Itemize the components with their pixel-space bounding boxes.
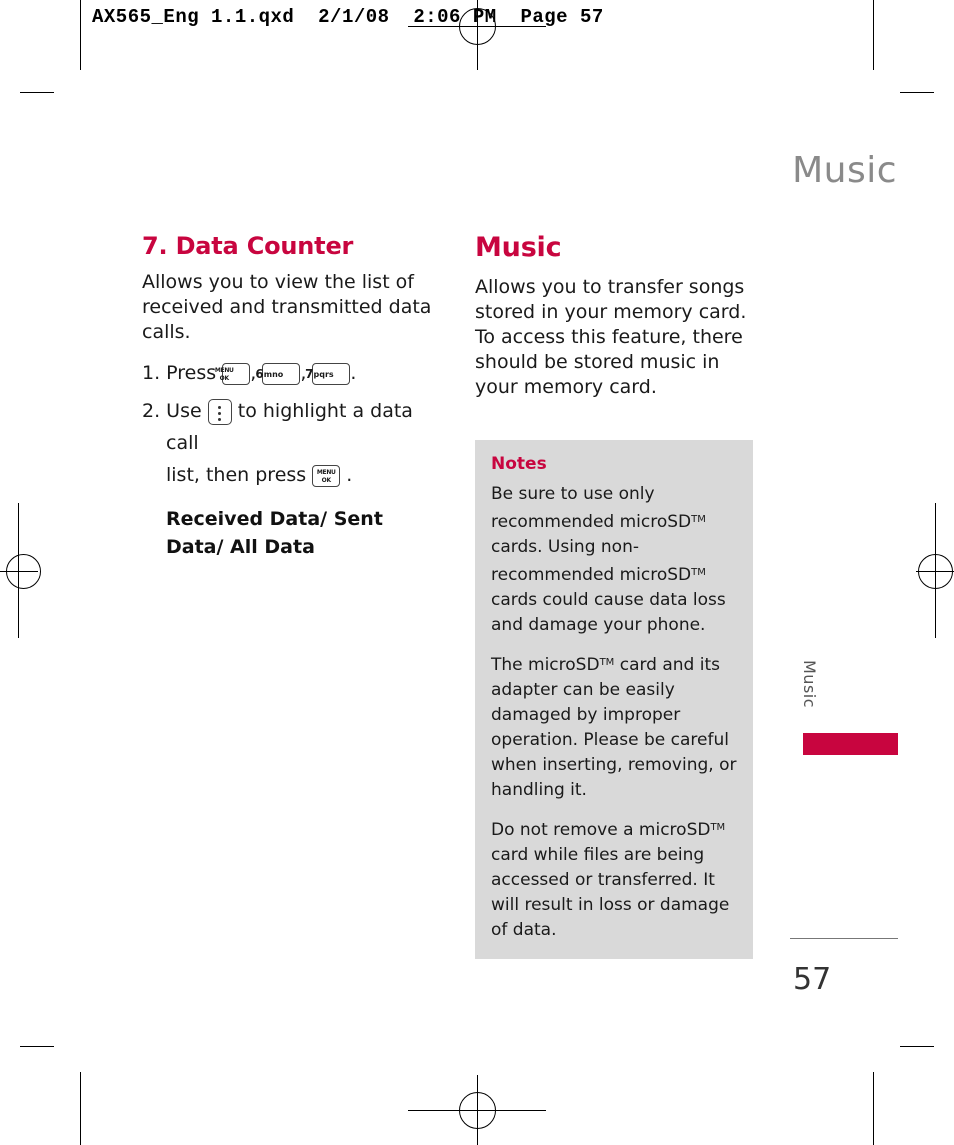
page-number: 57 (793, 962, 832, 997)
step-2-cont: list, then press (166, 464, 307, 486)
step-1-prefix: 1. Press (142, 362, 217, 384)
left-column: 7. Data Counter Allows you to view the l… (142, 232, 442, 561)
menu-key-label-line1: MENU (214, 366, 234, 374)
nav-updown-key-icon (207, 398, 232, 425)
running-head: Music (792, 150, 897, 191)
registration-mark-left (6, 554, 41, 589)
music-intro: Allows you to transfer songs stored in y… (475, 276, 747, 398)
notes-box: Notes Be sure to use only recommended mi… (475, 440, 753, 959)
key-6-mno-icon: 6mno (255, 362, 301, 385)
data-counter-intro: Allows you to view the list of received … (142, 271, 432, 343)
registration-mark-bottom (459, 1092, 496, 1129)
section-heading-data-counter: 7. Data Counter (142, 232, 354, 260)
crop-mark-top-left-vertical (80, 0, 81, 70)
note-item-1: Be sure to use only recommended microSDT… (491, 484, 726, 635)
crop-mark-bottom-left-vertical (80, 1072, 81, 1145)
note-item-2: The microSDTM card and its adapter can b… (491, 655, 737, 800)
crop-mark-top-left-horizontal (20, 92, 54, 93)
crop-mark-bottom-right-vertical (873, 1072, 874, 1145)
step-1-period: . (350, 362, 357, 384)
side-tab-label: Music (800, 660, 819, 709)
menu-key-label-line2: OK (219, 374, 229, 382)
step-2-period: . (346, 464, 353, 486)
right-column: Music Allows you to transfer songs store… (475, 232, 755, 412)
step-2-prefix: 2. Use (142, 400, 202, 422)
key-6-digit: 6 (255, 366, 264, 381)
note-item-3: Do not remove a microSDTM card while fil… (491, 820, 730, 940)
key-7-digit: 7 (305, 366, 314, 381)
crop-mark-top-right-vertical (873, 0, 874, 70)
step-1: 1. Press MENU OK, 6mno, 7pqrs. (142, 357, 442, 389)
step-2-mid: to highlight a data call (166, 400, 413, 454)
key-6-letters: mno (263, 369, 284, 379)
page-number-rule (790, 938, 898, 939)
data-counter-options: Received Data/ Sent Data/ All Data (166, 508, 383, 558)
key-7-pqrs-icon: 7pqrs (305, 362, 351, 385)
menu-ok-key-icon-2: MENU OK (312, 464, 341, 487)
crop-mark-top-right-horizontal (900, 92, 934, 93)
registration-mark-right (918, 554, 953, 589)
crop-mark-bottom-left-horizontal (20, 1046, 54, 1047)
step-2: 2. Use to highlight a data call list, th… (142, 395, 442, 491)
crop-mark-bottom-right-horizontal (900, 1046, 934, 1047)
key-7-letters: pqrs (313, 369, 334, 379)
side-tab-bar (803, 733, 898, 755)
menu-key-2-label-line2: OK (321, 476, 331, 484)
menu-key-2-label-line1: MENU (316, 468, 336, 476)
menu-ok-key-icon: MENU OK (214, 362, 251, 385)
file-header-text: AX565_Eng 1.1.qxd 2/1/08 2:06 PM Page 57 (92, 6, 604, 28)
notes-title: Notes (491, 454, 547, 474)
section-heading-music: Music (475, 232, 562, 263)
